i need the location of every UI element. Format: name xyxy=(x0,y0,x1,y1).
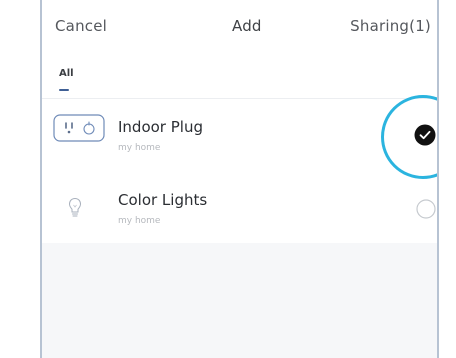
page-title: Add xyxy=(232,17,262,35)
device-name: Color Lights xyxy=(118,191,208,209)
device-location: my home xyxy=(118,143,161,153)
tab-all[interactable]: All xyxy=(59,68,74,79)
list-empty-area xyxy=(42,243,437,358)
device-location: my home xyxy=(118,216,161,226)
cancel-button[interactable]: Cancel xyxy=(55,17,107,35)
device-row-indoor-plug[interactable]: Indoor Plug my home xyxy=(42,99,437,171)
sharing-button[interactable]: Sharing(1) xyxy=(350,17,431,35)
device-row-color-lights[interactable]: Color Lights my home xyxy=(42,171,437,243)
filter-tabs: All xyxy=(42,60,437,99)
screen: Cancel Add Sharing(1) All Indoor Plug my… xyxy=(0,0,456,358)
add-sharing-screen: Cancel Add Sharing(1) All Indoor Plug my… xyxy=(40,0,439,358)
device-name: Indoor Plug xyxy=(118,118,203,136)
light-bulb-icon xyxy=(68,197,82,217)
smart-plug-icon xyxy=(53,114,105,142)
device-list: Indoor Plug my home Color Lights my home xyxy=(42,99,437,243)
selected-checkmark-icon[interactable] xyxy=(414,124,436,146)
unselected-circle-icon[interactable] xyxy=(416,199,436,219)
top-bar: Cancel Add Sharing(1) xyxy=(42,0,437,52)
tab-active-indicator xyxy=(59,89,69,91)
